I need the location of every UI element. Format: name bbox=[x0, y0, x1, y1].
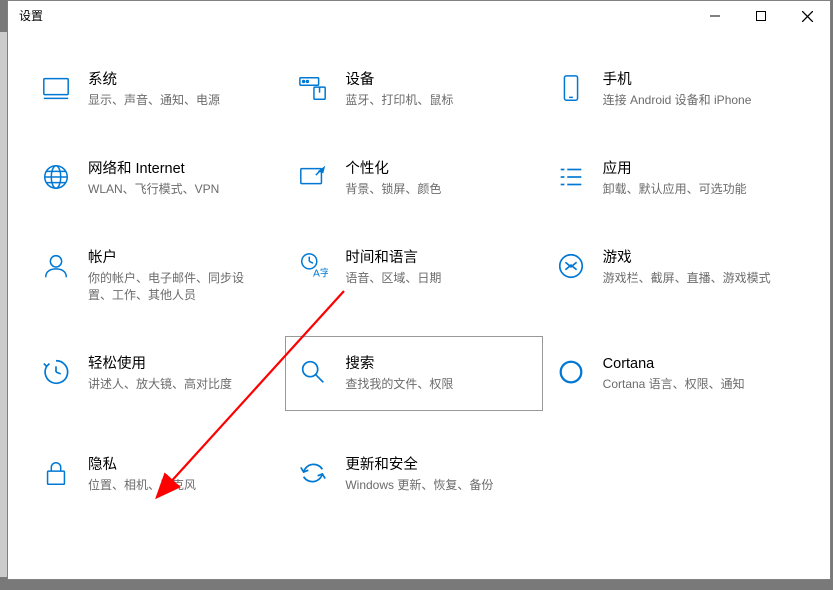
window-title: 设置 bbox=[19, 9, 43, 23]
tile-search[interactable]: 搜索 查找我的文件、权限 bbox=[285, 336, 542, 411]
tile-phone[interactable]: 手机 连接 Android 设备和 iPhone bbox=[543, 64, 800, 115]
tile-accounts[interactable]: 帐户 你的帐户、电子邮件、同步设置、工作、其他人员 bbox=[28, 242, 285, 310]
tile-personalization[interactable]: 个性化 背景、锁屏、颜色 bbox=[285, 153, 542, 204]
person-icon bbox=[38, 248, 74, 284]
tile-gaming[interactable]: 游戏 游戏栏、截屏、直播、游戏模式 bbox=[543, 242, 800, 310]
minimize-icon bbox=[710, 11, 720, 21]
maximize-button[interactable] bbox=[738, 1, 784, 31]
tile-title: 应用 bbox=[603, 159, 747, 179]
window-controls bbox=[692, 1, 830, 31]
tile-privacy[interactable]: 隐私 位置、相机、麦克风 bbox=[28, 449, 285, 500]
search-icon bbox=[295, 354, 331, 390]
personalization-icon bbox=[295, 159, 331, 195]
settings-grid: 系统 显示、声音、通知、电源 设备 蓝牙、打印机、鼠标 手机 bbox=[8, 31, 830, 500]
time-language-icon: A字 bbox=[295, 248, 331, 284]
tile-cortana[interactable]: Cortana Cortana 语言、权限、通知 bbox=[543, 348, 800, 411]
tile-subtitle: 卸载、默认应用、可选功能 bbox=[603, 181, 747, 198]
lock-icon bbox=[38, 455, 74, 491]
minimize-button[interactable] bbox=[692, 1, 738, 31]
tile-title: 隐私 bbox=[88, 455, 196, 475]
close-icon bbox=[802, 11, 813, 22]
tile-title: 帐户 bbox=[88, 248, 258, 268]
tile-subtitle: 游戏栏、截屏、直播、游戏模式 bbox=[603, 270, 771, 287]
tile-subtitle: 讲述人、放大镜、高对比度 bbox=[88, 376, 232, 393]
tile-subtitle: WLAN、飞行模式、VPN bbox=[88, 181, 219, 198]
gaming-icon bbox=[553, 248, 589, 284]
tile-network[interactable]: 网络和 Internet WLAN、飞行模式、VPN bbox=[28, 153, 285, 204]
tile-title: Cortana bbox=[603, 354, 745, 374]
update-icon bbox=[295, 455, 331, 491]
globe-icon bbox=[38, 159, 74, 195]
settings-window: 设置 系统 显示、声音、通知、 bbox=[7, 0, 831, 580]
tile-subtitle: 语音、区域、日期 bbox=[345, 270, 441, 287]
tile-title: 个性化 bbox=[345, 159, 441, 179]
tile-subtitle: 查找我的文件、权限 bbox=[345, 376, 453, 393]
tile-title: 更新和安全 bbox=[345, 455, 493, 475]
tile-title: 游戏 bbox=[603, 248, 771, 268]
titlebar: 设置 bbox=[8, 1, 830, 31]
maximize-icon bbox=[756, 11, 766, 21]
tile-title: 设备 bbox=[345, 70, 453, 90]
tile-subtitle: Windows 更新、恢复、备份 bbox=[345, 477, 493, 494]
apps-icon bbox=[553, 159, 589, 195]
tile-title: 网络和 Internet bbox=[88, 159, 219, 179]
cortana-icon bbox=[553, 354, 589, 390]
tile-subtitle: 背景、锁屏、颜色 bbox=[345, 181, 441, 198]
tile-ease-of-access[interactable]: 轻松使用 讲述人、放大镜、高对比度 bbox=[28, 348, 285, 411]
tile-subtitle: 你的帐户、电子邮件、同步设置、工作、其他人员 bbox=[88, 270, 258, 304]
tile-subtitle: 连接 Android 设备和 iPhone bbox=[603, 92, 752, 109]
tile-title: 搜索 bbox=[345, 354, 453, 374]
tile-title: 时间和语言 bbox=[345, 248, 441, 268]
tile-subtitle: Cortana 语言、权限、通知 bbox=[603, 376, 745, 393]
tile-time-language[interactable]: A字 时间和语言 语音、区域、日期 bbox=[285, 242, 542, 310]
background-stub bbox=[0, 32, 7, 577]
tile-title: 系统 bbox=[88, 70, 220, 90]
devices-icon bbox=[295, 70, 331, 106]
phone-icon bbox=[553, 70, 589, 106]
tile-subtitle: 蓝牙、打印机、鼠标 bbox=[345, 92, 453, 109]
tile-apps[interactable]: 应用 卸载、默认应用、可选功能 bbox=[543, 153, 800, 204]
ease-of-access-icon bbox=[38, 354, 74, 390]
tile-system[interactable]: 系统 显示、声音、通知、电源 bbox=[28, 64, 285, 115]
tile-devices[interactable]: 设备 蓝牙、打印机、鼠标 bbox=[285, 64, 542, 115]
tile-subtitle: 位置、相机、麦克风 bbox=[88, 477, 196, 494]
tile-update-security[interactable]: 更新和安全 Windows 更新、恢复、备份 bbox=[285, 449, 542, 500]
system-icon bbox=[38, 70, 74, 106]
close-button[interactable] bbox=[784, 1, 830, 31]
tile-subtitle: 显示、声音、通知、电源 bbox=[88, 92, 220, 109]
svg-text:A字: A字 bbox=[313, 266, 328, 279]
tile-title: 轻松使用 bbox=[88, 354, 232, 374]
tile-title: 手机 bbox=[603, 70, 752, 90]
